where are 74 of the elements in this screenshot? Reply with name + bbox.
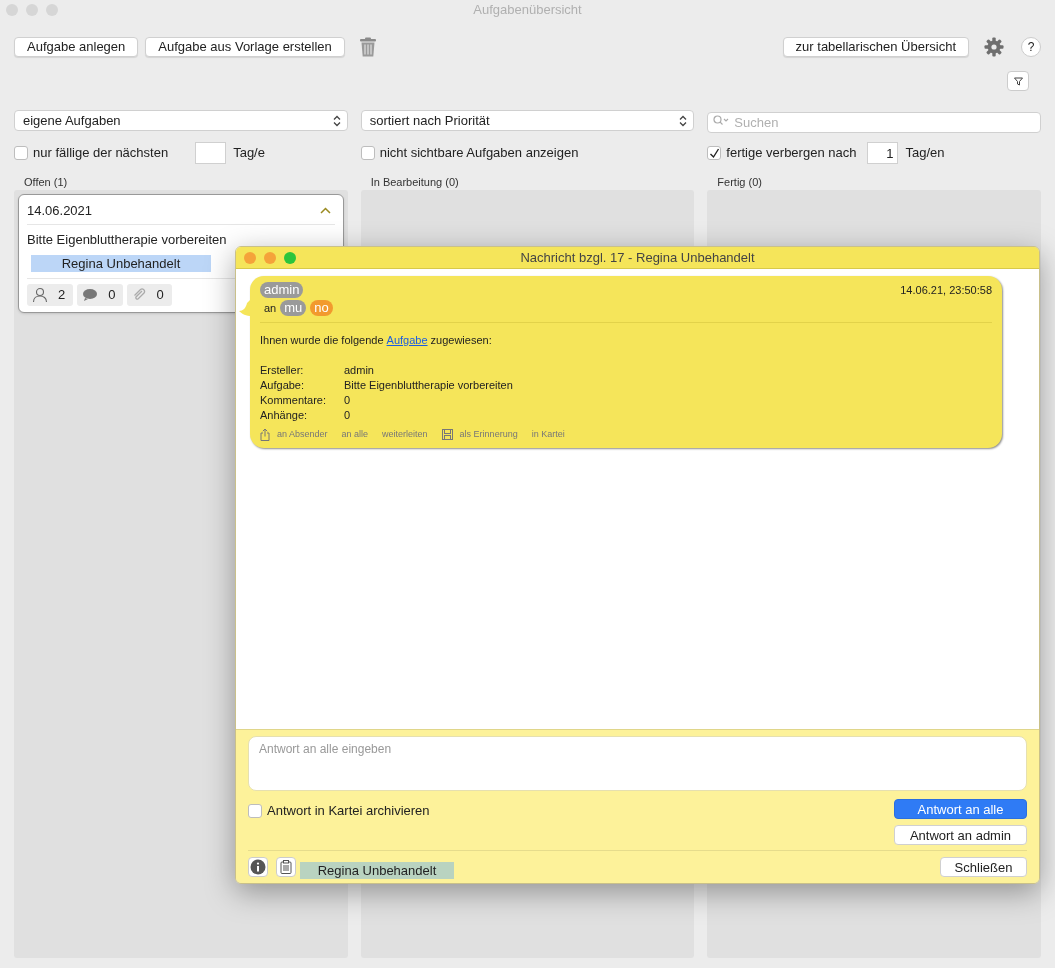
checkbox[interactable] — [360, 146, 375, 160]
help-button[interactable]: ? — [1021, 37, 1041, 57]
close-button[interactable]: Schließen — [940, 857, 1027, 877]
patient-tag: Regina Unbehandelt — [31, 255, 211, 272]
message-text: Ihnen wurde die folgende — [260, 332, 384, 348]
task-link[interactable]: Aufgabe — [386, 331, 428, 348]
recipient-tag: mu — [280, 300, 307, 317]
checkbox[interactable] — [14, 146, 28, 160]
field-value: 0 — [344, 408, 352, 423]
checkbox-label: fertige verbergen nach — [726, 144, 857, 163]
days-input[interactable]: 1 — [867, 142, 899, 164]
count: 0 — [108, 286, 117, 305]
close-button[interactable] — [244, 251, 256, 264]
info-button[interactable] — [248, 857, 268, 877]
to-label: an — [264, 301, 277, 316]
patient-tag: Regina Unbehandelt — [300, 861, 454, 879]
share-icon — [260, 428, 270, 442]
count: 0 — [156, 286, 165, 305]
checkbox-label: nicht sichtbare Aufgaben anzeigen — [379, 144, 579, 163]
people-icon — [32, 287, 48, 303]
filter-button[interactable] — [1007, 71, 1029, 91]
field-label: Ersteller: — [260, 363, 305, 378]
paperclip-icon — [132, 288, 147, 302]
unit-label: Tag/e — [233, 144, 265, 163]
checkbox[interactable] — [707, 146, 722, 160]
task-title: Bitte Eigenbluttherapie vorbereiten — [27, 230, 227, 249]
settings-icon[interactable] — [984, 37, 1004, 57]
reply-button[interactable]: Antwort an alle — [894, 799, 1027, 819]
field-label: Aufgabe: — [260, 378, 306, 393]
message-action-link[interactable]: weiterleiten — [382, 428, 428, 442]
field-value: Bitte Eigenbluttherapie vorbereiten — [344, 378, 514, 393]
toolbar-button[interactable]: Aufgabe aus Vorlage erstellen — [145, 37, 345, 57]
column-header: In Bearbeitung (0) — [369, 175, 460, 190]
trash-icon[interactable] — [358, 37, 377, 57]
reply-button[interactable]: Antwort an admin — [894, 825, 1027, 845]
column-header: Offen (1) — [23, 175, 69, 190]
message-action-link[interactable]: in Kartei — [531, 428, 565, 442]
window-title: Aufgabenübersicht — [472, 1, 583, 20]
toolbar-button[interactable]: Aufgabe anlegen — [14, 37, 139, 57]
task-date: 14.06.2021 — [27, 202, 93, 220]
zoom-button[interactable] — [284, 251, 296, 264]
message-text: zugewiesen: — [430, 332, 492, 348]
message-action-link[interactable]: an Absender — [277, 428, 328, 442]
dialog-title: Nachricht bzgl. 17 - Regina Unbehandelt — [519, 248, 756, 267]
filter-icon — [1013, 76, 1023, 86]
days-input[interactable] — [195, 142, 227, 164]
dropdown[interactable]: sortiert nach Priorität — [360, 110, 695, 131]
reply-field[interactable]: Antwort an alle eingeben — [248, 736, 1027, 791]
message-action-link[interactable]: an alle — [341, 428, 369, 442]
sender-tag: admin — [260, 282, 304, 298]
count: 2 — [58, 286, 67, 305]
dropdown[interactable]: eigene Aufgaben — [14, 110, 348, 131]
clipboard-button[interactable] — [276, 857, 296, 877]
checkbox[interactable] — [248, 803, 262, 818]
search-icon — [713, 115, 730, 125]
message-action-link[interactable]: als Erinnerung — [459, 428, 518, 442]
field-label: Anhänge: — [260, 408, 309, 423]
recipient-tag: no — [310, 300, 333, 317]
unit-label: Tag/en — [905, 144, 945, 163]
field-value: 0 — [344, 393, 352, 408]
checkbox-label: nur fällige der nächsten — [33, 144, 169, 163]
column-header: Fertig (0) — [716, 175, 763, 190]
message-timestamp: 14.06.21, 23:50:58 — [900, 283, 992, 298]
field-value: admin — [344, 363, 375, 378]
chevron-updown-icon — [679, 114, 688, 127]
collapse-icon[interactable] — [319, 207, 331, 215]
chevron-updown-icon — [332, 114, 341, 127]
checkbox-label: Antwort in Kartei archivieren — [267, 802, 430, 820]
search-field[interactable]: Suchen — [707, 112, 1041, 133]
field-label: Kommentare: — [260, 393, 328, 408]
table-overview-button[interactable]: zur tabellarischen Übersicht — [782, 37, 969, 57]
comment-icon — [82, 288, 99, 302]
minimize-button[interactable] — [264, 251, 276, 264]
save-icon — [441, 429, 453, 441]
